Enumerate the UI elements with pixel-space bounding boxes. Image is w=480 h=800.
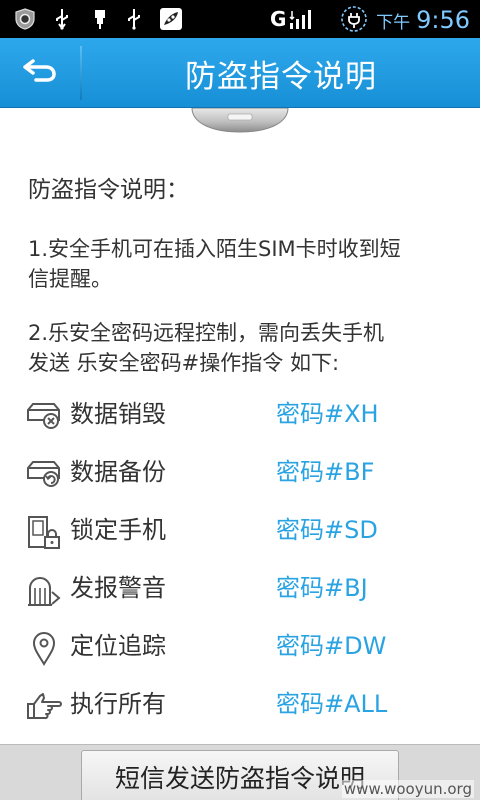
command-row-lock: 锁定手机 密码#SD <box>26 511 466 551</box>
section-title: 防盗指令说明： <box>28 177 189 203</box>
charging-icon <box>338 6 370 32</box>
command-code: 密码#SD <box>276 516 378 544</box>
paragraph-remote-control: 2.乐安全密码远程控制，需向丢失手机 发送 乐安全密码#操作指令 如下: <box>28 318 458 378</box>
paragraph-line: 1.安全手机可在插入陌生SIM卡时收到短 <box>28 237 401 261</box>
command-label: 执行所有 <box>70 690 166 718</box>
command-code: 密码#BJ <box>276 574 368 602</box>
drive-backup-icon <box>26 458 62 490</box>
clock-time: 9:56 <box>416 6 470 34</box>
command-label: 数据备份 <box>70 458 166 486</box>
paragraph-sim-alert: 1.安全手机可在插入陌生SIM卡时收到短 信提醒。 <box>28 234 458 294</box>
device-illustration <box>190 108 290 136</box>
bottom-bar: 短信发送防盗指令说明 www.wooyun.org <box>0 744 480 800</box>
paragraph-line: 信提醒。 <box>28 267 112 291</box>
command-code: 密码#BF <box>276 458 375 486</box>
command-label: 数据销毁 <box>70 400 166 428</box>
phone-lock-icon <box>26 516 62 549</box>
usb-plug-icon <box>90 7 110 31</box>
command-code: 密码#DW <box>276 632 387 660</box>
watermark: www.wooyun.org <box>341 780 474 798</box>
command-row-locate: 定位追踪 密码#DW <box>26 627 466 667</box>
paragraph-line: 2.乐安全密码远程控制，需向丢失手机 <box>28 321 385 345</box>
status-bar: G 下午 9:56 <box>0 0 480 38</box>
hand-pointing-icon <box>26 690 62 722</box>
paragraph-line: 发送 乐安全密码#操作指令 如下: <box>28 351 340 375</box>
command-row-alarm: 发报警音 密码#BJ <box>26 569 466 609</box>
command-row-all: 执行所有 密码#ALL <box>26 685 466 725</box>
back-arrow-icon <box>22 58 58 88</box>
command-label: 定位追踪 <box>70 632 166 660</box>
back-button[interactable] <box>0 38 80 108</box>
location-pin-icon <box>26 632 62 666</box>
command-label: 发报警音 <box>70 574 166 602</box>
command-code: 密码#ALL <box>276 690 388 718</box>
instructions-panel[interactable]: 防盗指令说明： 1.安全手机可在插入陌生SIM卡时收到短 信提醒。 2.乐安全密… <box>0 108 480 744</box>
clock-ampm: 下午 <box>376 13 411 33</box>
usb-debug-icon <box>124 7 144 31</box>
network-type-label: G <box>270 7 287 31</box>
signal-icon: G <box>270 7 328 31</box>
drive-erase-icon <box>26 400 62 432</box>
command-code: 密码#XH <box>276 400 379 428</box>
alarm-sound-icon <box>26 574 62 606</box>
command-label: 锁定手机 <box>70 516 166 544</box>
pea-pod-icon <box>158 7 184 31</box>
page-title: 防盗指令说明 <box>185 58 377 95</box>
title-bar: 防盗指令说明 <box>0 38 480 108</box>
command-row-backup: 数据备份 密码#BF <box>26 453 466 493</box>
shield-app-icon <box>12 7 38 31</box>
usb-icon <box>52 7 72 31</box>
command-row-erase: 数据销毁 密码#XH <box>26 395 466 435</box>
status-clock: 下午 9:56 <box>376 4 470 34</box>
